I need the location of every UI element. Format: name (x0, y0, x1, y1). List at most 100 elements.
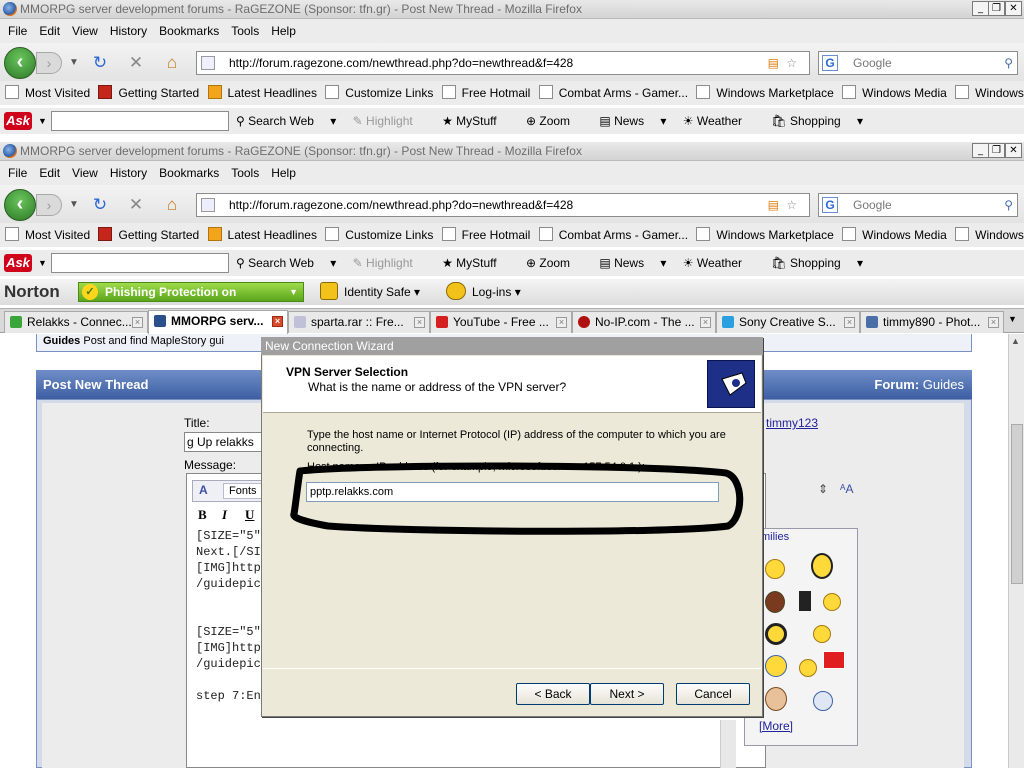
stop-icon[interactable]: ✕ (126, 53, 146, 73)
close-tab-icon[interactable]: × (414, 317, 425, 328)
bookmark-item[interactable]: Windows Media (842, 81, 947, 105)
shopping-button[interactable]: 🛍 Shopping ▾ (771, 114, 863, 128)
mystuff-button[interactable]: ★ MyStuff (442, 256, 510, 270)
smiley-icon[interactable] (811, 553, 833, 579)
bookmark-item[interactable]: Windows (955, 223, 1024, 247)
ask-logo[interactable]: Ask (4, 112, 32, 130)
next-button[interactable]: Next > (590, 683, 664, 705)
bookmark-item[interactable]: Most Visited (5, 81, 90, 105)
history-dropdown-icon[interactable]: ▼ (64, 195, 84, 215)
bookmark-item[interactable]: Windows (955, 81, 1024, 105)
menu-help[interactable]: Help (265, 19, 302, 43)
close-tab-icon[interactable]: × (132, 317, 143, 328)
stop-icon[interactable]: ✕ (126, 195, 146, 215)
zoom-button[interactable]: ⊕ Zoom (526, 114, 583, 128)
menu-file[interactable]: File (2, 161, 33, 185)
ask-dropdown-icon[interactable]: ▼ (38, 108, 47, 134)
star-icon[interactable]: ☆ (786, 52, 797, 74)
tab-relakks[interactable]: Relakks - Connec... × (4, 311, 148, 333)
ask-search-input[interactable] (51, 111, 229, 131)
reload-icon[interactable]: ↻ (90, 195, 110, 215)
menu-history[interactable]: History (104, 19, 153, 43)
reload-icon[interactable]: ↻ (90, 53, 110, 73)
smiley-icon[interactable] (799, 591, 811, 611)
editor-scrollbar[interactable] (720, 720, 736, 768)
smiley-icon[interactable] (765, 559, 785, 579)
bookmark-item[interactable]: Free Hotmail (441, 223, 530, 247)
close-tab-icon[interactable]: × (988, 317, 999, 328)
smiley-icon[interactable] (823, 651, 845, 669)
menu-help[interactable]: Help (265, 161, 302, 185)
url-bar[interactable]: http://forum.ragezone.com/newthread.php?… (196, 51, 810, 75)
tab-mmorpg[interactable]: MMORPG serv... × (148, 310, 288, 334)
guides-title[interactable]: Guides (43, 335, 80, 347)
smiley-icon[interactable] (813, 625, 831, 643)
scroll-thumb[interactable] (1011, 424, 1023, 584)
underline-button[interactable]: U (245, 507, 254, 523)
bookmark-item[interactable]: Free Hotmail (441, 81, 530, 105)
highlight-button[interactable]: ✎ Highlight (353, 256, 426, 270)
ask-logo[interactable]: Ask (4, 254, 32, 272)
search-icon[interactable]: ⚲ (1004, 52, 1013, 74)
font-style-icon[interactable]: A (199, 483, 208, 497)
smiley-icon[interactable] (765, 687, 787, 711)
close-tab-icon[interactable]: × (272, 316, 283, 327)
menu-view[interactable]: View (66, 19, 104, 43)
weather-button[interactable]: ☀ Weather (683, 114, 755, 128)
bold-button[interactable]: B (198, 507, 207, 523)
forward-button[interactable]: › (36, 52, 62, 74)
bookmark-item[interactable]: Customize Links (325, 223, 433, 247)
smiley-icon[interactable] (823, 593, 841, 611)
bookmark-item[interactable]: Customize Links (325, 81, 433, 105)
forum-name-link[interactable]: Guides (923, 377, 964, 392)
bookmark-item[interactable]: Getting Started (98, 81, 199, 105)
search-icon[interactable]: ⚲ (1004, 194, 1013, 216)
zoom-button[interactable]: ⊕ Zoom (526, 256, 583, 270)
menu-view[interactable]: View (66, 161, 104, 185)
close-tab-icon[interactable]: × (844, 317, 855, 328)
search-box[interactable]: G Google ⚲ (818, 193, 1018, 217)
search-web-button[interactable]: ⚲ Search Web ▾ (236, 114, 336, 128)
bookmark-item[interactable]: Combat Arms - Gamer... (538, 223, 688, 247)
menu-tools[interactable]: Tools (225, 161, 265, 185)
smiley-icon[interactable] (799, 659, 817, 677)
smiley-icon[interactable] (765, 655, 787, 677)
ask-dropdown-icon[interactable]: ▼ (38, 250, 47, 276)
tab-list-icon[interactable]: ▼ (1008, 314, 1017, 324)
bookmark-item[interactable]: Latest Headlines (207, 223, 317, 247)
message-textarea[interactable]: [SIZE="5"Next.[/SIZ[IMG]http/guidepic5​​… (196, 528, 262, 768)
url-bar[interactable]: http://forum.ragezone.com/newthread.php?… (196, 193, 810, 217)
bookmark-item[interactable]: Getting Started (98, 223, 199, 247)
scroll-up-icon[interactable]: ▲ (1011, 336, 1020, 346)
menu-edit[interactable]: Edit (33, 19, 66, 43)
tab-youtube[interactable]: YouTube - Free ... × (430, 311, 572, 333)
tab-photobucket[interactable]: timmy890 - Phot... × (860, 311, 1004, 333)
back-button[interactable]: ‹ (4, 47, 36, 79)
bookmark-item[interactable]: Windows Marketplace (696, 223, 834, 247)
rss-icon[interactable]: ▤ (768, 194, 779, 216)
italic-button[interactable]: I (222, 507, 227, 523)
shopping-button[interactable]: 🛍 Shopping ▾ (771, 256, 863, 270)
highlight-button[interactable]: ✎ Highlight (353, 114, 426, 128)
history-dropdown-icon[interactable]: ▼ (64, 53, 84, 73)
logins-button[interactable]: Log-ins ▾ (446, 279, 521, 305)
search-box[interactable]: G Google ⚲ (818, 51, 1018, 75)
home-icon[interactable]: ⌂ (162, 195, 182, 215)
minimize-button[interactable]: _ (972, 1, 989, 16)
news-button[interactable]: ▤ News ▾ (599, 114, 666, 128)
menu-bookmarks[interactable]: Bookmarks (153, 161, 225, 185)
page-scrollbar[interactable]: ▲ (1008, 334, 1024, 768)
resize-icon[interactable]: ⇕ (818, 482, 828, 496)
weather-button[interactable]: ☀ Weather (683, 256, 755, 270)
mystuff-button[interactable]: ★ MyStuff (442, 114, 510, 128)
close-tab-icon[interactable]: × (700, 317, 711, 328)
close-button[interactable]: ✕ (1005, 143, 1022, 158)
close-tab-icon[interactable]: × (556, 317, 567, 328)
more-smilies-link[interactable]: [More] (759, 719, 793, 733)
minimize-button[interactable]: _ (972, 143, 989, 158)
switch-editor-icon[interactable]: ᴬA (840, 482, 853, 496)
menu-edit[interactable]: Edit (33, 161, 66, 185)
cancel-button[interactable]: Cancel (676, 683, 750, 705)
menu-bookmarks[interactable]: Bookmarks (153, 19, 225, 43)
smiley-icon[interactable] (813, 691, 833, 711)
